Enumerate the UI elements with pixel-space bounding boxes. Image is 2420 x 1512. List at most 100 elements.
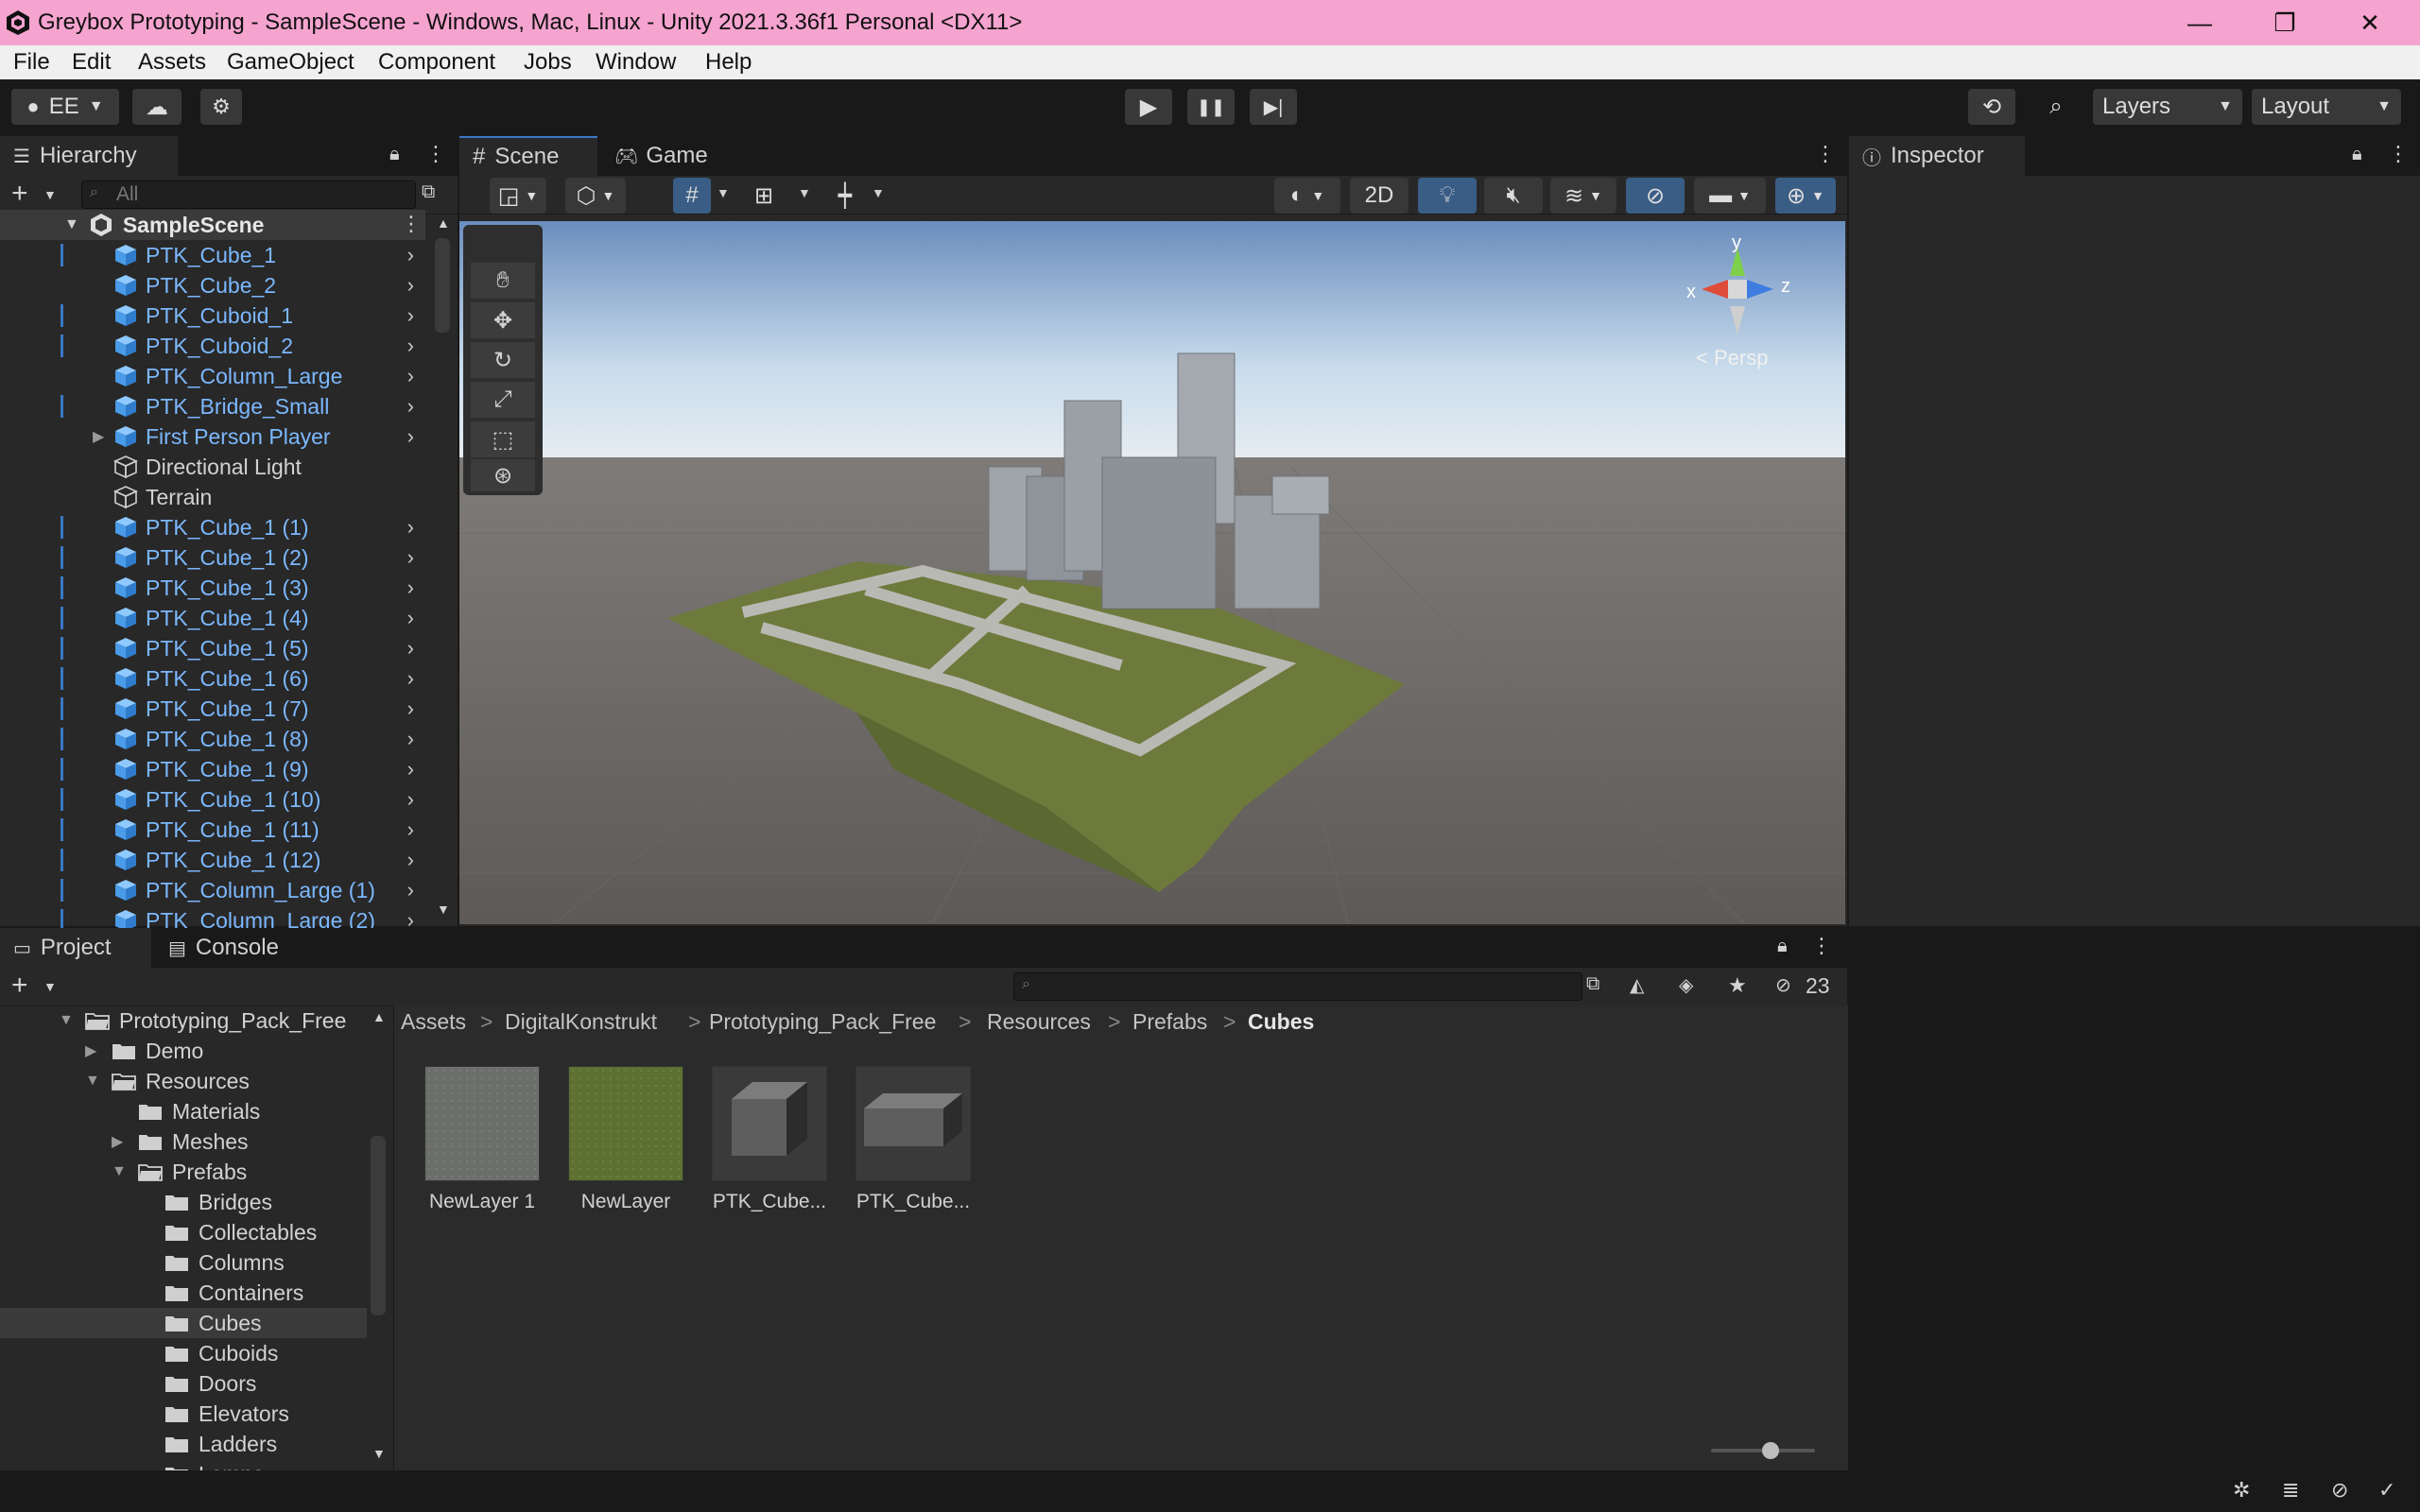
shading-button[interactable]: ⬡ ▼ [565,178,626,214]
progress-icon[interactable]: ⊘ [2331,1478,2348,1503]
hierarchy-item[interactable]: PTK_Cube_1 (12) › [0,845,435,875]
transform-tool-button[interactable]: ⊛ [471,459,535,491]
chevron-right-icon[interactable]: › [407,545,414,570]
project-tree-scrollbar[interactable] [371,1136,386,1315]
effects-toggle[interactable]: ≋ ▼ [1550,178,1616,214]
chevron-right-icon[interactable]: › [407,364,414,388]
hidden-eye-icon[interactable]: ⊘ [1775,973,1791,997]
scene-header-row[interactable]: ▼ SampleScene ⋮ [0,210,425,240]
scene-search-icon[interactable]: ⧉ [422,181,435,203]
chevron-right-icon[interactable]: › [407,727,414,751]
chevron-down-icon[interactable]: ▼ [43,979,57,994]
hierarchy-scrollbar[interactable] [435,238,450,333]
foldout-closed-icon[interactable]: ▶ [93,427,104,446]
folder-tree-item[interactable]: ▶ Meshes [0,1126,367,1157]
cloud-button[interactable]: ☁ [132,89,182,125]
hierarchy-item[interactable]: PTK_Cube_1 (11) › [0,815,435,845]
folder-tree-item[interactable]: Lamps [0,1459,367,1470]
camera-settings-button[interactable]: ▬ ▼ [1694,178,1766,214]
step-button[interactable]: ▶| [1250,89,1297,125]
chevron-right-icon[interactable]: › [407,787,414,812]
folder-tree-item[interactable]: Doors [0,1368,367,1399]
chevron-right-icon[interactable]: › [407,273,414,298]
hierarchy-item[interactable]: PTK_Cube_2 › [0,270,435,301]
breadcrumb-prefabs[interactable]: Prefabs [1132,1009,1207,1035]
folder-tree-item[interactable]: Cuboids [0,1338,367,1368]
search-scope-icon[interactable]: ⧉ [1586,973,1599,995]
tab-hierarchy[interactable]: ☰ Hierarchy [0,136,178,176]
breadcrumb-resources[interactable]: Resources [987,1009,1091,1035]
chevron-down-icon[interactable]: ▼ [872,185,885,200]
cache-server-icon[interactable]: ≣ [2282,1478,2299,1503]
check-icon[interactable]: ✓ [2378,1478,2395,1503]
chevron-down-icon[interactable]: ▼ [798,185,811,200]
chevron-right-icon[interactable]: › [407,636,414,661]
hierarchy-item[interactable]: PTK_Cube_1 (5) › [0,633,435,663]
chevron-right-icon[interactable]: › [407,757,414,782]
folder-tree-item[interactable]: Elevators [0,1399,367,1429]
lock-icon[interactable]: 🔒︎ [1777,936,1788,957]
breadcrumb-prototyping-pack[interactable]: Prototyping_Pack_Free [709,1009,936,1035]
chevron-right-icon[interactable]: › [407,394,414,419]
slider-handle[interactable] [1762,1442,1779,1459]
debug-mode-icon[interactable]: ✲ [2233,1478,2250,1503]
chevron-right-icon[interactable]: › [407,424,414,449]
tab-project[interactable]: ▭ Project [0,928,151,968]
filter-type-icon[interactable]: ◭ [1630,973,1644,997]
projection-label[interactable]: < Persp [1696,346,1768,370]
hierarchy-item[interactable]: PTK_Cube_1 › [0,240,435,270]
audio-toggle[interactable]: 🔇︎ [1484,178,1543,214]
menu-file[interactable]: File [13,49,50,76]
close-button[interactable]: ✕ [2327,0,2412,45]
account-dropdown[interactable]: ● EE ▼ [11,89,119,125]
folder-tree-item[interactable]: ▼ Prototyping_Pack_Free [0,1005,367,1036]
chevron-right-icon[interactable]: › [407,334,414,358]
pause-button[interactable]: ❚❚ [1187,89,1235,125]
folder-tree-item[interactable]: Ladders [0,1429,367,1459]
hierarchy-item[interactable]: PTK_Bridge_Small › [0,391,435,421]
gizmos-toggle[interactable]: ⊕ ▼ [1775,178,1836,214]
menu-assets[interactable]: Assets [138,49,206,76]
hierarchy-item[interactable]: PTK_Cube_1 (9) › [0,754,435,784]
layout-dropdown[interactable]: Layout ▼ [2252,89,2401,125]
scroll-up-icon[interactable]: ▲ [372,1009,386,1024]
label-tag-icon[interactable]: ◈ [1679,973,1693,997]
foldout-open-icon[interactable]: ▼ [59,1012,74,1029]
rect-tool-button[interactable]: ⬚ [471,421,535,457]
menu-gameobject[interactable]: GameObject [227,49,354,76]
move-tool-button[interactable]: ✥ [471,302,535,338]
breadcrumb-assets[interactable]: Assets [401,1009,466,1035]
hidden-objects-toggle[interactable]: ⊘ [1626,178,1685,214]
tab-inspector[interactable]: ⓘ Inspector [1849,136,2025,176]
scroll-down-icon[interactable]: ▼ [437,902,450,917]
breadcrumb-cubes[interactable]: Cubes [1248,1009,1314,1035]
menu-edit[interactable]: Edit [72,49,111,76]
chevron-right-icon[interactable]: › [407,817,414,842]
hierarchy-item[interactable]: PTK_Cube_1 (1) › [0,512,435,542]
tab-game[interactable]: 🎮︎ Game [601,136,724,176]
search-button[interactable]: ⌕ [2032,89,2080,125]
chevron-right-icon[interactable]: › [407,666,414,691]
breadcrumb-digitalkonstrukt[interactable]: DigitalKonstrukt [505,1009,657,1035]
asset-item[interactable]: NewLayer 1 [424,1066,541,1213]
folder-tree-item[interactable]: Containers [0,1278,367,1308]
foldout-open-icon[interactable]: ▼ [85,1073,100,1090]
render-mode-button[interactable]: ◐ ▼ [1274,178,1340,214]
asset-item[interactable]: PTK_Cube... [855,1066,972,1213]
hierarchy-item[interactable]: PTK_Cube_1 (6) › [0,663,435,694]
hierarchy-item[interactable]: Terrain [0,482,435,512]
hierarchy-item[interactable]: PTK_Cube_1 (8) › [0,724,435,754]
hierarchy-item[interactable]: PTK_Cube_1 (7) › [0,694,435,724]
chevron-right-icon[interactable]: › [407,303,414,328]
more-menu-icon[interactable]: ⋮ [401,212,422,236]
hierarchy-item[interactable]: PTK_Cuboid_1 › [0,301,435,331]
menu-window[interactable]: Window [596,49,676,76]
more-menu-icon[interactable]: ⋮ [2388,142,2409,166]
hierarchy-item[interactable]: Directional Light [0,452,435,482]
chevron-right-icon[interactable]: › [407,243,414,267]
chevron-right-icon[interactable]: › [407,515,414,540]
chevron-right-icon[interactable]: › [407,848,414,872]
lock-icon[interactable]: 🔒︎ [2352,144,2362,165]
restore-button[interactable]: ❐ [2242,0,2327,45]
folder-tree-item[interactable]: Bridges [0,1187,367,1217]
